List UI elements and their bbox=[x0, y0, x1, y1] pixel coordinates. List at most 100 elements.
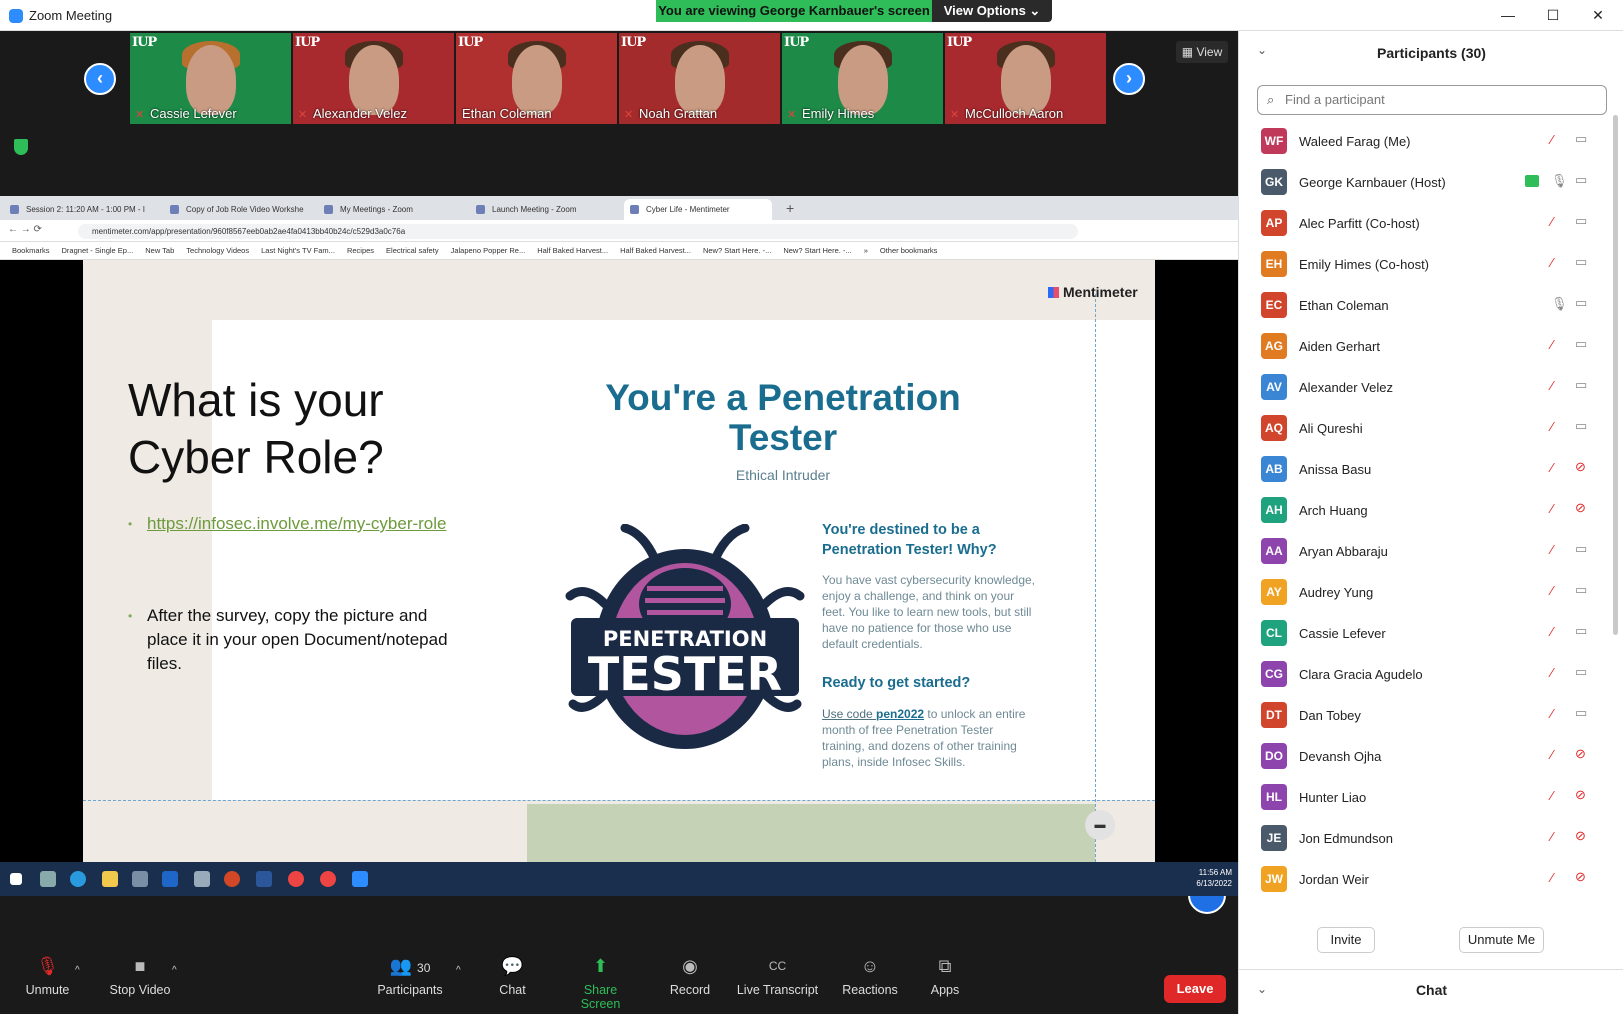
video-options-chevron-icon[interactable]: ^ bbox=[172, 965, 177, 976]
bullet-dot-icon: • bbox=[128, 517, 133, 531]
video-tile[interactable]: IUP ✕ Emily Himes bbox=[782, 33, 943, 124]
video-tile[interactable]: IUP ✕ Cassie Lefever bbox=[130, 33, 291, 124]
video-tile[interactable]: IUP ✕ Noah Grattan bbox=[619, 33, 780, 124]
participant-row[interactable]: AV Alexander Velez ⁄ ▭ bbox=[1239, 367, 1623, 408]
bookmark-item[interactable]: Last Night's TV Fam... bbox=[261, 242, 335, 259]
search-icon[interactable] bbox=[40, 871, 56, 887]
chrome-icon-2[interactable] bbox=[320, 871, 336, 887]
video-tile[interactable]: IUP ✕ McCulloch Aaron bbox=[945, 33, 1106, 124]
bookmark-item[interactable]: Recipes bbox=[347, 242, 374, 259]
chat-button[interactable]: 💬 Chat bbox=[490, 955, 535, 1010]
settings-icon[interactable] bbox=[132, 871, 148, 887]
unmute-button[interactable]: 🎙 Unmute bbox=[20, 955, 75, 1010]
record-button[interactable]: ◉ Record bbox=[665, 955, 715, 1010]
participant-row[interactable]: EC Ethan Coleman 🎙 ▭ bbox=[1239, 285, 1623, 326]
participant-row[interactable]: HL Hunter Liao ⁄ ⊘ bbox=[1239, 777, 1623, 818]
participant-row[interactable]: AP Alec Parfitt (Co-host) ⁄ ▭ bbox=[1239, 203, 1623, 244]
reactions-button[interactable]: ☺ Reactions bbox=[840, 955, 900, 1010]
invite-button[interactable]: Invite bbox=[1317, 927, 1375, 953]
avatar: AA bbox=[1261, 538, 1287, 564]
bookmark-item[interactable]: Other bookmarks bbox=[880, 242, 938, 259]
word-icon[interactable] bbox=[256, 871, 272, 887]
stop-video-button[interactable]: ■ Stop Video bbox=[105, 955, 175, 1010]
participant-row[interactable]: AY Audrey Yung ⁄ ▭ bbox=[1239, 572, 1623, 613]
zoom-taskbar-icon[interactable] bbox=[352, 871, 368, 887]
chat-section-header[interactable]: ⌄ Chat bbox=[1239, 969, 1623, 1014]
unmute-me-button[interactable]: Unmute Me bbox=[1459, 927, 1544, 953]
participant-row[interactable]: JE Jon Edmundson ⁄ ⊘ bbox=[1239, 818, 1623, 859]
bookmark-item[interactable]: New? Start Here. -... bbox=[783, 242, 851, 259]
apps-button[interactable]: ⧉ Apps bbox=[925, 955, 965, 1010]
bookmark-item[interactable]: New? Start Here. -... bbox=[703, 242, 771, 259]
participant-search-input[interactable]: ⌕ Find a participant bbox=[1257, 85, 1607, 115]
unmute-label: Unmute bbox=[25, 983, 70, 997]
leave-button[interactable]: Leave bbox=[1164, 975, 1226, 1003]
bookmark-item[interactable]: Dragnet - Single Ep... bbox=[62, 242, 134, 259]
avatar: HL bbox=[1261, 784, 1287, 810]
minimize-button[interactable]: — bbox=[1485, 0, 1531, 31]
reactions-icon: ☺ bbox=[860, 956, 880, 976]
participant-row[interactable]: DT Dan Tobey ⁄ ▭ bbox=[1239, 695, 1623, 736]
new-tab-icon[interactable]: + bbox=[786, 200, 794, 216]
participant-row[interactable]: WF Waleed Farag (Me) ⁄ ▭ bbox=[1239, 121, 1623, 162]
participant-row[interactable]: AQ Ali Qureshi ⁄ ▭ bbox=[1239, 408, 1623, 449]
participant-row[interactable]: DO Devansh Ojha ⁄ ⊘ bbox=[1239, 736, 1623, 777]
bookmark-item[interactable]: Electrical safety bbox=[386, 242, 439, 259]
iup-logo: IUP bbox=[947, 35, 972, 50]
browser-tab[interactable]: Session 2: 11:20 AM - 1:00 PM - I bbox=[4, 199, 160, 220]
browser-tab[interactable]: Cyber Life - Mentimeter bbox=[624, 199, 772, 220]
participant-row[interactable]: CL Cassie Lefever ⁄ ▭ bbox=[1239, 613, 1623, 654]
close-button[interactable]: ✕ bbox=[1575, 0, 1621, 31]
view-button[interactable]: ▦ View bbox=[1176, 41, 1228, 63]
bookmark-item[interactable]: » bbox=[864, 242, 868, 259]
participant-scrollbar[interactable] bbox=[1613, 115, 1618, 635]
browser-tab[interactable]: Launch Meeting - Zoom bbox=[470, 199, 620, 220]
participant-row[interactable]: GK George Karnbauer (Host) 🎙 ▭ bbox=[1239, 162, 1623, 203]
bookmark-item[interactable]: Half Baked Harvest... bbox=[620, 242, 691, 259]
maximize-button[interactable]: ☐ bbox=[1530, 0, 1576, 31]
browser-nav-icons[interactable]: ← → ⟳ bbox=[8, 224, 42, 235]
file-explorer-icon[interactable] bbox=[102, 871, 118, 887]
mentimeter-logo: Mentimeter bbox=[1048, 284, 1138, 300]
browser-tab[interactable]: Copy of Job Role Video Workshe bbox=[164, 199, 314, 220]
avatar: AV bbox=[1261, 374, 1287, 400]
url-field[interactable]: mentimeter.com/app/presentation/960f8567… bbox=[78, 224, 1078, 239]
gallery-next-button[interactable]: › bbox=[1113, 63, 1145, 95]
gallery-prev-button[interactable]: ‹ bbox=[84, 63, 116, 95]
participants-title: Participants (30) bbox=[1377, 45, 1486, 61]
outlook-icon[interactable] bbox=[162, 871, 178, 887]
participants-chevron-icon[interactable]: ^ bbox=[456, 965, 461, 976]
bookmark-item[interactable]: Jalapeno Popper Re... bbox=[451, 242, 526, 259]
edge-icon[interactable] bbox=[70, 871, 86, 887]
slide-comments-icon[interactable]: ▬ bbox=[1085, 810, 1115, 840]
powerpoint-icon[interactable] bbox=[224, 871, 240, 887]
mic-muted-icon: ⁄ bbox=[1551, 788, 1554, 803]
participant-row[interactable]: JW Jordan Weir ⁄ ⊘ bbox=[1239, 859, 1623, 900]
bookmark-item[interactable]: Bookmarks bbox=[12, 242, 50, 259]
tab-label: My Meetings - Zoom bbox=[340, 205, 413, 214]
view-options-button[interactable]: View Options ⌄ bbox=[932, 0, 1052, 22]
avatar: EC bbox=[1261, 292, 1287, 318]
participant-row[interactable]: AG Aiden Gerhart ⁄ ▭ bbox=[1239, 326, 1623, 367]
share-screen-button[interactable]: ⬆ Share Screen bbox=[563, 955, 638, 1011]
survey-link[interactable]: https://infosec.involve.me/my-cyber-role bbox=[147, 512, 447, 536]
bookmark-item[interactable]: Technology Videos bbox=[186, 242, 249, 259]
participant-row[interactable]: EH Emily Himes (Co-host) ⁄ ▭ bbox=[1239, 244, 1623, 285]
participant-row[interactable]: CG Clara Gracia Agudelo ⁄ ▭ bbox=[1239, 654, 1623, 695]
live-transcript-button[interactable]: CC Live Transcript bbox=[735, 955, 820, 1010]
bookmark-item[interactable]: New Tab bbox=[145, 242, 174, 259]
app-icon[interactable] bbox=[194, 871, 210, 887]
browser-tab[interactable]: My Meetings - Zoom bbox=[318, 199, 466, 220]
video-tile[interactable]: IUP Ethan Coleman bbox=[456, 33, 617, 124]
audio-options-chevron-icon[interactable]: ^ bbox=[75, 965, 80, 976]
start-icon[interactable] bbox=[10, 873, 22, 885]
participant-row[interactable]: AA Aryan Abbaraju ⁄ ▭ bbox=[1239, 531, 1623, 572]
participants-button[interactable]: 👥 30 Participants bbox=[375, 955, 445, 1010]
video-tile[interactable]: IUP ✕ Alexander Velez bbox=[293, 33, 454, 124]
tile-name: Cassie Lefever bbox=[150, 106, 237, 121]
bookmark-item[interactable]: Half Baked Harvest... bbox=[537, 242, 608, 259]
participant-row[interactable]: AB Anissa Basu ⁄ ⊘ bbox=[1239, 449, 1623, 490]
participant-name: George Karnbauer (Host) bbox=[1299, 175, 1446, 190]
chrome-icon[interactable] bbox=[288, 871, 304, 887]
participant-row[interactable]: AH Arch Huang ⁄ ⊘ bbox=[1239, 490, 1623, 531]
